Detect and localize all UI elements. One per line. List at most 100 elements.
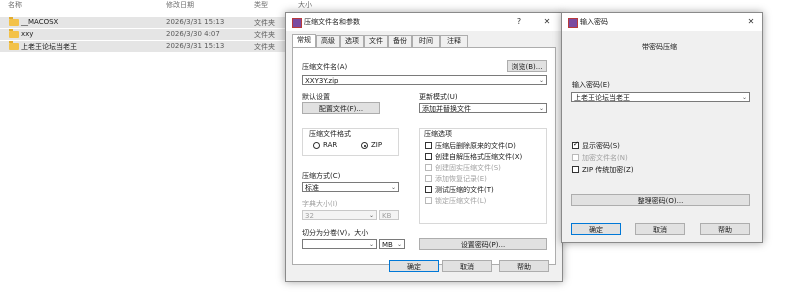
organize-passwords-button[interactable]: 整理密码(O)... — [571, 194, 750, 206]
archive-dialog-title: 压缩文件名和参数 — [304, 18, 360, 26]
tab-advanced[interactable]: 高级 — [316, 35, 340, 47]
winrar-app-icon — [568, 18, 578, 28]
password-dialog: 输入密码 ✕ 带密码压缩 输入密码(E) 上老王论坛当老王 ⌄ 显示密码(S) … — [561, 12, 763, 243]
encrypt-filenames-label: 加密文件名(N) — [582, 154, 628, 162]
file-date: 2026/3/30 4:07 — [166, 30, 220, 38]
split-unit-select[interactable]: MB ⌄ — [379, 239, 405, 249]
dictionary-unit-value: KB — [382, 212, 392, 220]
close-icon[interactable]: ✕ — [744, 16, 758, 28]
show-password-label[interactable]: 显示密码(S) — [582, 141, 620, 151]
archive-format-group: 压缩文件格式 RAR ZIP — [302, 128, 399, 156]
compression-method-select[interactable]: 标准 ⌄ — [302, 182, 399, 192]
show-password-checkbox[interactable] — [572, 140, 579, 149]
zip-legacy-checkbox[interactable] — [572, 166, 579, 173]
update-mode-select[interactable]: 添加并替换文件 ⌄ — [419, 103, 547, 113]
chevron-down-icon[interactable]: ⌄ — [539, 76, 544, 84]
folder-icon — [9, 29, 19, 38]
format-rar-label[interactable]: RAR — [323, 141, 337, 149]
password-dialog-title: 输入密码 — [580, 18, 608, 26]
zip-legacy-label[interactable]: ZIP 传统加密(Z) — [582, 165, 634, 175]
file-row[interactable]: 上老王论坛当老王 2026/3/31 15:13 文件夹 — [0, 41, 285, 52]
close-icon[interactable]: ✕ — [540, 16, 554, 28]
archive-dialog: 压缩文件名和参数 ? ✕ 常规 高级 选项 文件 备份 时间 注释 压缩文件名(… — [285, 12, 563, 282]
compression-method-value: 标准 — [305, 184, 319, 192]
password-heading: 带密码压缩 — [642, 43, 677, 51]
format-zip-label[interactable]: ZIP — [371, 141, 382, 149]
split-unit-value: MB — [382, 241, 393, 249]
archive-options-label: 压缩选项 — [424, 130, 452, 138]
archive-options-group: 压缩选项 压缩后删除原来的文件(D) 创建自解压格式压缩文件(X) 创建固实压缩… — [419, 128, 547, 224]
set-password-button[interactable]: 设置密码(P)... — [419, 238, 547, 250]
help-button[interactable]: 帮助 — [499, 260, 549, 272]
update-mode-label: 更新模式(U) — [419, 93, 458, 101]
split-size-input[interactable]: ⌄ — [302, 239, 377, 249]
column-header-type[interactable]: 类型 — [254, 0, 268, 10]
tab-comment[interactable]: 注释 — [440, 35, 468, 47]
chevron-down-icon[interactable]: ⌄ — [742, 93, 747, 101]
chevron-down-icon: ⌄ — [390, 184, 396, 191]
tab-options[interactable]: 选项 — [340, 35, 364, 47]
file-name: __MACOSX — [21, 18, 59, 26]
test-files-label[interactable]: 测试压缩的文件(T) — [435, 185, 494, 195]
ok-button[interactable]: 确定 — [389, 260, 439, 272]
file-row[interactable]: xxy 2026/3/30 4:07 文件夹 — [0, 29, 285, 40]
create-sfx-label[interactable]: 创建自解压格式压缩文件(X) — [435, 152, 522, 162]
archive-name-input[interactable]: XXY3Y.zip ⌄ — [302, 75, 547, 85]
file-date: 2026/3/31 15:13 — [166, 18, 225, 26]
dictionary-size-value: 32 — [305, 212, 314, 220]
tab-backup[interactable]: 备份 — [388, 35, 412, 47]
folder-icon — [9, 41, 19, 50]
lock-archive-label: 锁定压缩文件(L) — [435, 197, 487, 205]
column-header-size[interactable]: 大小 — [298, 0, 312, 10]
create-solid-checkbox[interactable] — [425, 164, 432, 171]
column-header-date[interactable]: 修改日期 — [166, 0, 194, 10]
test-files-checkbox[interactable] — [425, 186, 432, 193]
password-value: 上老王论坛当老王 — [574, 94, 630, 102]
column-header-name[interactable]: 名称 — [8, 0, 22, 10]
file-name: xxy — [21, 30, 34, 38]
recovery-record-checkbox[interactable] — [425, 175, 432, 182]
tab-time[interactable]: 时间 — [412, 35, 440, 47]
delete-after-label[interactable]: 压缩后删除原来的文件(D) — [435, 141, 516, 151]
archive-format-label: 压缩文件格式 — [309, 130, 351, 138]
encrypt-filenames-checkbox[interactable] — [572, 154, 579, 161]
update-mode-value: 添加并替换文件 — [422, 105, 471, 113]
file-name: 上老王论坛当老王 — [21, 43, 77, 51]
password-help-button[interactable]: 帮助 — [700, 223, 750, 235]
recovery-record-label: 添加恢复记录(E) — [435, 175, 487, 183]
dictionary-size-select[interactable]: 32 ⌄ — [302, 210, 377, 220]
winrar-app-icon — [292, 18, 302, 28]
tab-files[interactable]: 文件 — [364, 35, 388, 47]
file-type: 文件夹 — [254, 31, 275, 39]
archive-name-value: XXY3Y.zip — [305, 77, 339, 85]
folder-icon — [9, 17, 19, 26]
tab-general[interactable]: 常规 — [292, 34, 316, 48]
chevron-down-icon: ⌄ — [368, 212, 374, 219]
browse-button[interactable]: 浏览(B)... — [507, 60, 547, 72]
password-dialog-titlebar[interactable]: 输入密码 ✕ — [562, 13, 762, 31]
general-tab-panel: 压缩文件名(A) 浏览(B)... XXY3Y.zip ⌄ 默认设置 配置文件(… — [292, 47, 556, 265]
format-rar-radio[interactable] — [313, 142, 320, 149]
create-solid-label: 创建固实压缩文件(S) — [435, 164, 501, 172]
lock-archive-checkbox[interactable] — [425, 197, 432, 204]
delete-after-checkbox[interactable] — [425, 142, 432, 149]
password-input[interactable]: 上老王论坛当老王 ⌄ — [571, 92, 750, 102]
help-icon[interactable]: ? — [512, 16, 526, 28]
format-zip-radio[interactable] — [361, 142, 368, 149]
split-volumes-label: 切分为分卷(V)，大小 — [302, 229, 369, 237]
enter-password-label: 输入密码(E) — [572, 81, 610, 89]
dictionary-size-label: 字典大小(I) — [302, 200, 338, 208]
archive-dialog-titlebar[interactable]: 压缩文件名和参数 ? ✕ — [286, 13, 562, 31]
chevron-down-icon: ⌄ — [538, 105, 544, 112]
profiles-button[interactable]: 配置文件(F)... — [302, 102, 380, 114]
cancel-button[interactable]: 取消 — [442, 260, 492, 272]
dictionary-unit-select[interactable]: KB — [379, 210, 399, 220]
file-date: 2026/3/31 15:13 — [166, 42, 225, 50]
file-type: 文件夹 — [254, 19, 275, 27]
password-ok-button[interactable]: 确定 — [571, 223, 621, 235]
create-sfx-checkbox[interactable] — [425, 153, 432, 160]
file-type: 文件夹 — [254, 43, 275, 51]
file-row[interactable]: __MACOSX 2026/3/31 15:13 文件夹 — [0, 17, 285, 28]
password-cancel-button[interactable]: 取消 — [635, 223, 685, 235]
chevron-down-icon[interactable]: ⌄ — [369, 240, 374, 248]
